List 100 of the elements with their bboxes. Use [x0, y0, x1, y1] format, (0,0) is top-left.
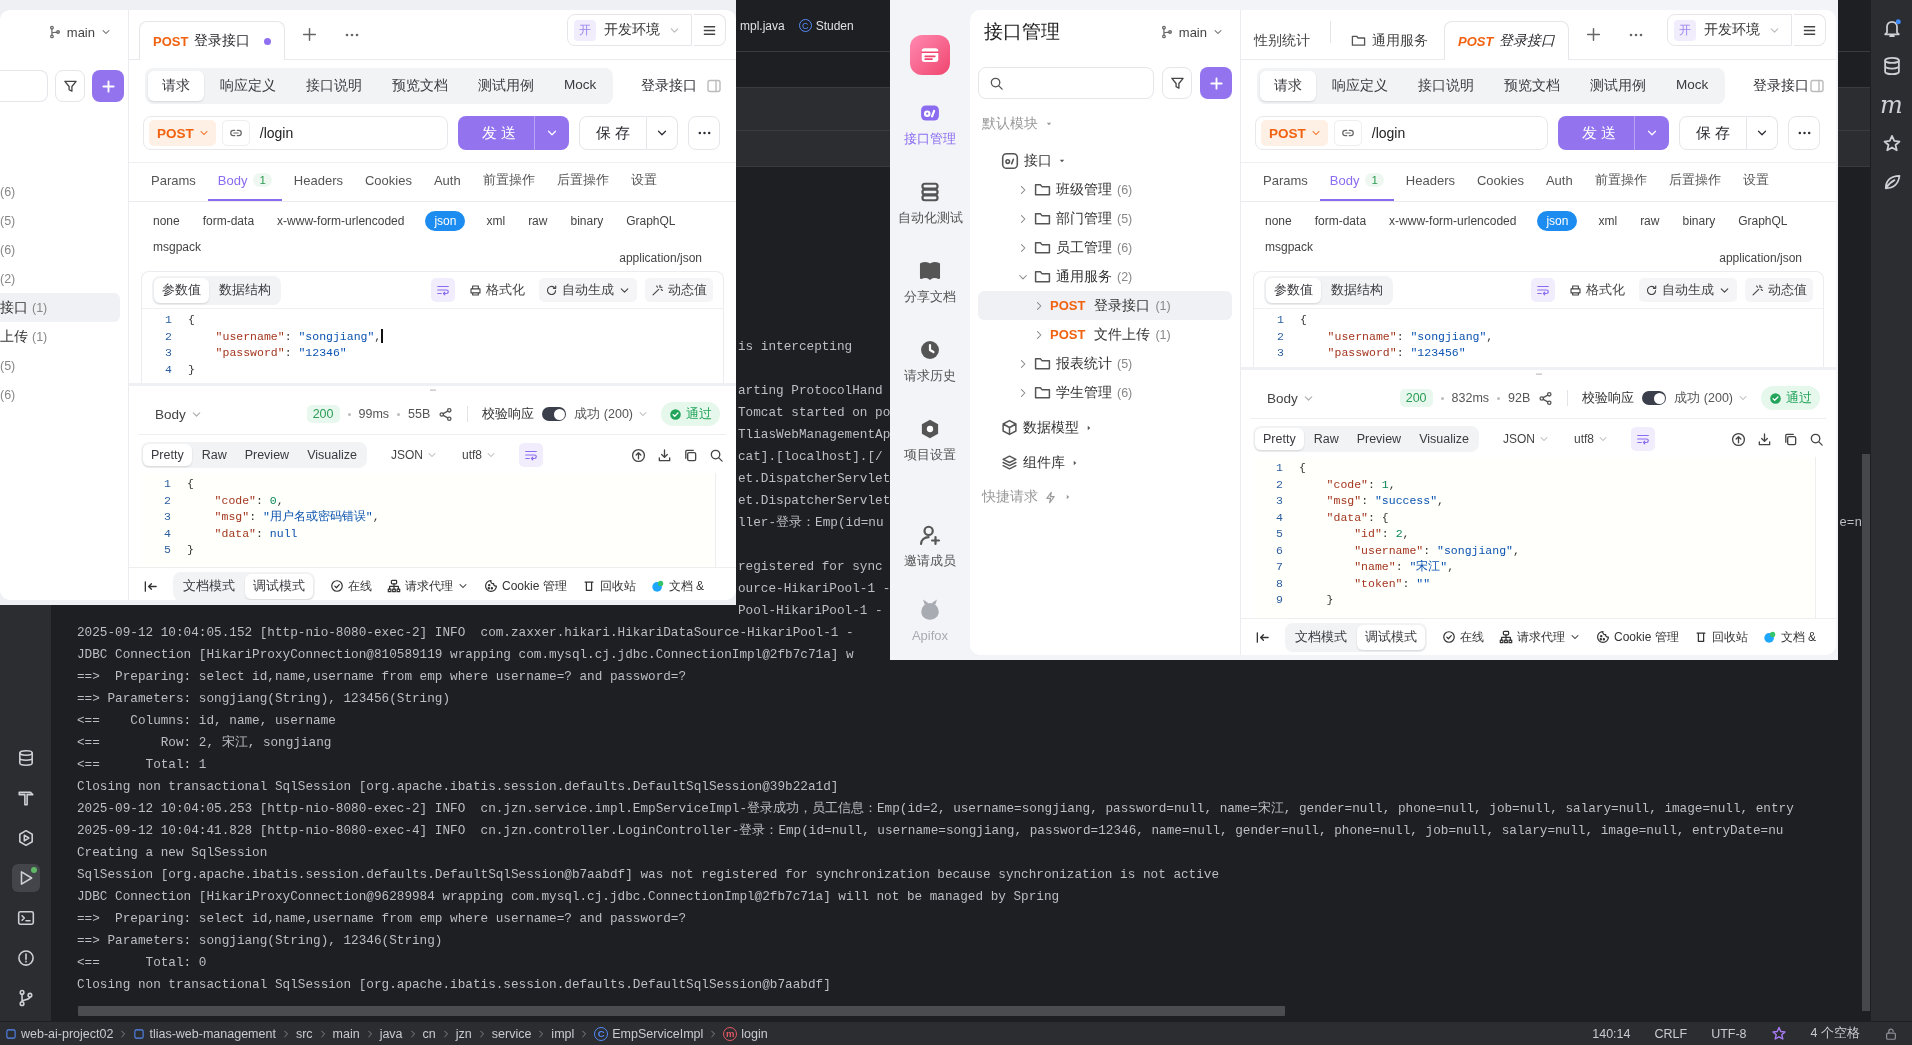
breadcrumb[interactable]: tlias-web-management — [133, 1026, 276, 1041]
editor-tab[interactable]: mpl.java — [740, 18, 785, 33]
nav-item[interactable]: 自动化测试 — [897, 181, 963, 227]
section-tab[interactable]: 测试用例 — [464, 71, 548, 101]
editor-tab[interactable]: C Studen — [798, 18, 854, 33]
breadcrumb[interactable]: m login — [723, 1026, 768, 1041]
param-tab[interactable]: Body 1 — [207, 161, 282, 201]
tree-item[interactable]: (6) — [0, 177, 120, 206]
plugin-letter[interactable]: m — [1880, 94, 1903, 116]
add-button[interactable] — [1200, 67, 1232, 99]
tool-window-button[interactable] — [11, 864, 40, 892]
environment-select[interactable]: 开 开发环境 — [1667, 14, 1792, 46]
branch-select[interactable]: main — [47, 24, 112, 40]
expected-response-select[interactable]: 成功 (200) — [574, 405, 649, 423]
language-select[interactable]: JSON — [1502, 432, 1550, 446]
share-icon[interactable] — [438, 406, 454, 422]
param-tab[interactable]: Auth — [423, 161, 471, 201]
generate-button[interactable]: 自动生成 — [1639, 278, 1737, 302]
generate-button[interactable]: 自动生成 — [539, 278, 637, 302]
tree-item[interactable]: POST 文件上传 (1) — [978, 320, 1232, 349]
url-field[interactable]: POST /login — [1255, 116, 1548, 150]
bell-icon[interactable] — [1881, 18, 1902, 38]
param-tab[interactable]: Cookies — [355, 161, 422, 201]
format-tab[interactable]: Raw — [1305, 428, 1347, 450]
toolbar-item[interactable]: 文档 & — [650, 577, 705, 595]
breadcrumb[interactable]: java — [379, 1026, 403, 1041]
param-tab[interactable]: Cookies — [1467, 161, 1534, 201]
collapse-icon[interactable] — [143, 578, 158, 594]
param-tab[interactable]: 设置 — [620, 161, 667, 201]
copy-icon[interactable] — [683, 447, 698, 463]
breadcrumb[interactable]: web-ai-project02 — [5, 1026, 114, 1041]
wrap-button[interactable] — [519, 443, 543, 467]
body-type-option[interactable]: binary — [1680, 211, 1718, 231]
param-tab[interactable]: Auth — [1535, 161, 1583, 201]
section-tab[interactable]: 响应定义 — [206, 71, 290, 101]
tree-item[interactable]: 上传 (1) — [0, 322, 120, 351]
param-tab[interactable]: 后置操作 — [546, 161, 619, 201]
toolbar-item[interactable]: 请求代理 — [387, 577, 469, 595]
wrap-button[interactable] — [1631, 427, 1655, 451]
mode-tab[interactable]: 文档模式 — [175, 573, 243, 599]
body-type-option[interactable]: msgpack — [151, 237, 204, 257]
tree-item[interactable]: 报表统计 (5) — [978, 349, 1232, 378]
section-tab[interactable]: Mock — [550, 71, 611, 101]
menu-button[interactable] — [1794, 14, 1826, 46]
link-button[interactable] — [1333, 120, 1362, 146]
mode-tab[interactable]: 文档模式 — [1287, 624, 1355, 650]
scrollbar-thumb[interactable] — [78, 1006, 1285, 1016]
body-editor[interactable]: 参数值 数据结构 格式化 自动生成 动态值 1 { 2 "username": "songjiang", 3 "password": "12346" 4 } — [141, 271, 724, 383]
document-tab[interactable]: 通用服务 — [1337, 21, 1442, 59]
toolbar-item[interactable]: Cookie 管理 — [1596, 628, 1679, 646]
param-tab[interactable]: Headers — [283, 161, 353, 201]
star-icon[interactable] — [1881, 134, 1902, 154]
panel-toggle-icon[interactable] — [706, 78, 722, 94]
tree-item[interactable]: 组件库 — [978, 445, 1232, 480]
section-tab[interactable]: 接口说明 — [292, 71, 376, 101]
body-editor[interactable]: 参数值 数据结构 格式化 自动生成 动态值 1 { 2 "username": "songjiang", 3 "password": "123456" — [1253, 271, 1824, 367]
body-type-option[interactable]: GraphQL — [1736, 211, 1790, 231]
breadcrumb[interactable]: C EmpServiceImpl — [594, 1026, 704, 1041]
plus-icon[interactable] — [301, 26, 319, 43]
section-tab[interactable]: 接口说明 — [1404, 71, 1488, 101]
toolbar-item[interactable]: Cookie 管理 — [484, 577, 567, 595]
body-type-option[interactable]: xml — [1596, 211, 1620, 231]
dynamic-value-button[interactable]: 动态值 — [645, 278, 713, 302]
url-field[interactable]: POST /login — [143, 116, 448, 150]
nav-item[interactable]: 项目设置 — [904, 418, 956, 464]
toolbar-item[interactable]: 请求代理 — [1499, 628, 1581, 646]
dynamic-value-button[interactable]: 动态值 — [1745, 278, 1813, 302]
tree-item[interactable]: 班级管理 (6) — [978, 175, 1232, 204]
toolbar-item[interactable]: 回收站 — [581, 577, 636, 595]
param-tab[interactable]: 前置操作 — [1584, 161, 1657, 201]
param-tab[interactable]: Body 1 — [1319, 161, 1394, 201]
line-separator[interactable]: CRLF — [1654, 1026, 1688, 1041]
body-type-option[interactable]: none — [1263, 211, 1294, 231]
star-icon[interactable] — [1770, 1025, 1787, 1042]
indent-setting[interactable]: 4 个空格 — [1810, 1025, 1860, 1042]
breadcrumb[interactable]: cn — [422, 1026, 436, 1041]
more-icon[interactable] — [344, 32, 361, 37]
mode-tab[interactable]: 调试模式 — [1357, 624, 1425, 650]
wrap-button[interactable] — [431, 278, 455, 302]
download-icon[interactable] — [1757, 431, 1772, 447]
collapse-icon[interactable] — [1255, 629, 1270, 645]
send-button[interactable]: 发 送 — [457, 116, 569, 150]
save-button[interactable]: 保 存 — [578, 116, 647, 150]
branch-select[interactable]: main — [1159, 24, 1224, 40]
share-icon[interactable] — [1538, 390, 1554, 406]
tree-item[interactable]: 员工管理 (6) — [978, 233, 1232, 262]
response-view-select[interactable]: Body — [155, 406, 203, 422]
scrollbar-thumb[interactable] — [1862, 454, 1870, 1011]
view-tab[interactable]: 参数值 — [154, 277, 209, 303]
body-type-option[interactable]: form-data — [200, 211, 257, 231]
nav-item[interactable]: 请求历史 — [904, 339, 956, 385]
toolbar-item[interactable]: 文档 & — [1762, 628, 1817, 646]
tree-item[interactable]: 数据模型 — [978, 410, 1232, 445]
response-view-select[interactable]: Body — [1267, 390, 1315, 406]
search-icon[interactable] — [1809, 431, 1824, 447]
format-button[interactable]: 格式化 — [463, 278, 531, 302]
mode-tab[interactable]: 调试模式 — [245, 573, 313, 599]
view-tab[interactable]: 数据结构 — [1323, 277, 1391, 303]
encoding-select[interactable]: utf8 — [1573, 432, 1609, 446]
link-button[interactable] — [221, 120, 250, 146]
